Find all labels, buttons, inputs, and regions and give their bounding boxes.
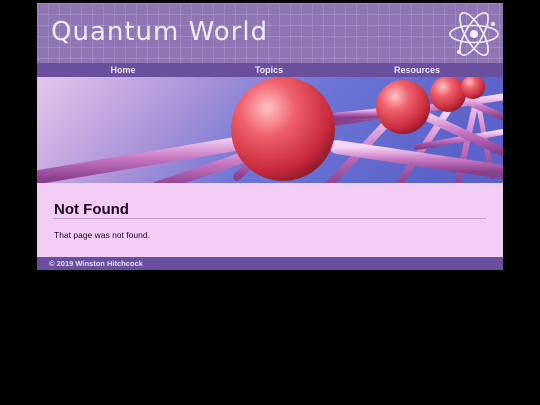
nav-item-topics[interactable]: Topics bbox=[209, 63, 329, 77]
banner-image bbox=[37, 77, 503, 183]
main-nav: Home Topics Resources bbox=[37, 63, 503, 77]
nav-item-resources[interactable]: Resources bbox=[357, 63, 477, 77]
heading-divider bbox=[53, 218, 486, 219]
page-title: Not Found bbox=[54, 201, 129, 218]
main-content: Not Found That page was not found. bbox=[37, 183, 503, 257]
nav-item-home[interactable]: Home bbox=[63, 63, 183, 77]
site-footer: © 2019 Winston Hitchcock bbox=[37, 257, 503, 270]
site-container: Quantum World Home Topics Resources Not … bbox=[37, 3, 503, 270]
copyright-text: © 2019 Winston Hitchcock bbox=[49, 259, 143, 268]
atom-icon bbox=[449, 11, 499, 57]
error-message: That page was not found. bbox=[54, 230, 150, 240]
site-header: Quantum World bbox=[37, 3, 503, 63]
site-title[interactable]: Quantum World bbox=[51, 17, 268, 47]
